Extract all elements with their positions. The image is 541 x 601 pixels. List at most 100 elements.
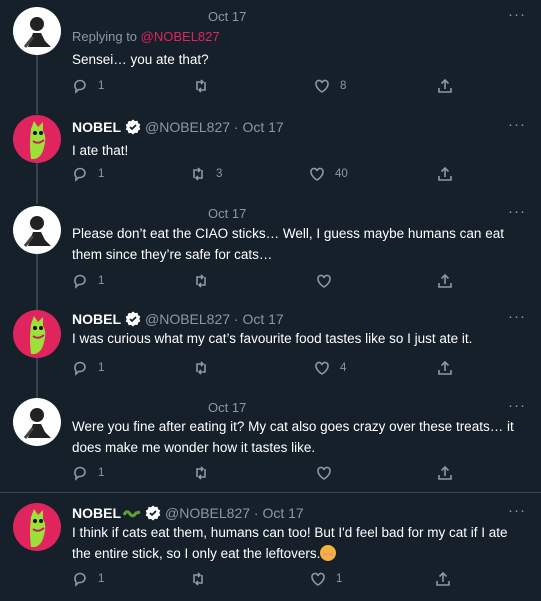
reply-icon <box>74 167 86 182</box>
tweet-text: Were you fine after eating it? My cat al… <box>72 419 514 455</box>
like-button[interactable]: 4 <box>314 359 346 377</box>
retweet-icon <box>196 274 206 288</box>
share-icon <box>438 166 452 181</box>
mention-link[interactable]: @NOBEL827 <box>141 29 220 44</box>
like-count: 8 <box>340 80 347 92</box>
handle-date: @NOBEL827 · Oct 17 <box>165 505 304 521</box>
reply-button[interactable]: 1 <box>72 359 104 377</box>
like-button[interactable] <box>316 272 332 290</box>
like-icon <box>317 274 331 288</box>
avatar[interactable] <box>13 115 61 163</box>
retweet-button[interactable]: 3 <box>190 165 222 183</box>
retweet-button[interactable] <box>190 570 206 588</box>
reply-count: 1 <box>98 168 105 180</box>
share-button[interactable] <box>437 77 453 95</box>
reply-count: 1 <box>98 362 105 374</box>
like-button[interactable]: 1 <box>310 570 342 588</box>
retweet-button[interactable] <box>193 359 209 377</box>
reply-button[interactable]: 1 <box>72 464 104 482</box>
share-icon <box>438 273 452 288</box>
reply-icon <box>74 79 86 94</box>
more-icon[interactable]: ··· <box>508 7 528 23</box>
tweet-text: I ate that! <box>72 143 129 158</box>
tweet-actions: 1 3 40 <box>72 165 472 183</box>
tweet[interactable]: NOBEL @NOBEL827 · Oct 17 ··· I think if c… <box>0 493 541 601</box>
handle-date: @NOBEL827 · Oct 17 <box>145 311 284 327</box>
retweet-icon <box>193 167 203 181</box>
share-icon <box>438 465 452 480</box>
display-name[interactable]: NOBEL <box>72 311 121 327</box>
avatar[interactable] <box>13 310 61 358</box>
tweet-text: I think if cats eat them, humans can too… <box>72 522 527 564</box>
tweet[interactable]: NOBEL @NOBEL827 · Oct 17 ··· I ate that! … <box>0 110 541 204</box>
more-icon[interactable]: ··· <box>508 204 528 220</box>
tweet[interactable]: Oct 17 ··· Were you fine after eating it… <box>0 396 541 492</box>
share-button[interactable] <box>437 165 453 183</box>
tweet-text-content: I think if cats eat them, humans can too… <box>72 525 508 561</box>
tweet[interactable]: Oct 17 ··· Replying to @NOBEL827 Sensei…… <box>0 0 541 110</box>
reply-icon <box>74 274 86 289</box>
reply-button[interactable]: 1 <box>72 272 104 290</box>
tweet-actions: 1 1 <box>72 570 472 588</box>
like-icon <box>317 466 331 480</box>
like-button[interactable]: 8 <box>314 77 346 95</box>
tweet-actions: 1 <box>72 272 472 290</box>
like-icon <box>315 361 329 375</box>
share-button[interactable] <box>435 570 451 588</box>
reply-count: 1 <box>98 573 105 585</box>
avatar[interactable] <box>13 398 61 446</box>
reply-button[interactable]: 1 <box>72 77 104 95</box>
replying-prefix: Replying to <box>72 29 141 44</box>
avatar[interactable] <box>13 206 61 254</box>
like-icon <box>310 167 324 181</box>
more-icon[interactable]: ··· <box>508 398 528 414</box>
like-button[interactable]: 40 <box>309 165 348 183</box>
tweet-text: Please don’t eat the CIAO sticks… Well, … <box>72 226 504 262</box>
retweet-icon <box>193 572 203 586</box>
like-icon <box>311 572 325 586</box>
share-icon <box>438 78 452 93</box>
retweet-button[interactable] <box>193 77 219 95</box>
snake-emoji-icon <box>122 510 141 518</box>
more-icon[interactable]: ··· <box>508 503 528 519</box>
handle-date: @NOBEL827 · Oct 17 <box>145 119 284 135</box>
share-icon <box>436 571 450 586</box>
avatar[interactable] <box>13 503 61 551</box>
tweet-header: NOBEL @NOBEL827 · Oct 17 <box>72 311 284 327</box>
avatar[interactable] <box>13 7 61 55</box>
verified-badge-icon <box>125 311 141 327</box>
more-icon[interactable]: ··· <box>508 309 528 325</box>
like-count: 4 <box>340 362 347 374</box>
retweet-count: 3 <box>216 168 223 180</box>
tweet-header: NOBEL @NOBEL827 · Oct 17 <box>72 505 304 521</box>
tweet-actions: 1 4 <box>72 359 472 377</box>
share-button[interactable] <box>437 359 453 377</box>
display-name[interactable]: NOBEL <box>72 505 121 521</box>
reply-icon <box>74 466 86 481</box>
share-button[interactable] <box>437 272 453 290</box>
tweet-date: Oct 17 <box>208 9 247 24</box>
verified-badge-icon <box>125 119 141 135</box>
display-name[interactable]: NOBEL <box>72 119 121 135</box>
share-icon <box>438 360 452 375</box>
tweet-header: NOBEL @NOBEL827 · Oct 17 <box>72 119 284 135</box>
tweet-actions: 1 8 <box>72 77 472 95</box>
tweet-text: I was curious what my cat’s favourite fo… <box>72 331 473 346</box>
reply-icon <box>74 361 86 376</box>
reply-count: 1 <box>98 275 105 287</box>
tweet-text: Sensei… you ate that? <box>72 52 209 67</box>
tweet-actions: 1 <box>72 464 472 482</box>
share-button[interactable] <box>437 464 453 482</box>
retweet-button[interactable] <box>193 464 209 482</box>
tweet[interactable]: Oct 17 ··· Please don’t eat the CIAO sti… <box>0 204 541 300</box>
reply-button[interactable]: 1 <box>72 570 104 588</box>
retweet-icon <box>196 466 206 480</box>
like-button[interactable] <box>316 464 332 482</box>
retweet-button[interactable] <box>193 272 209 290</box>
more-icon[interactable]: ··· <box>508 117 528 133</box>
retweet-icon <box>196 361 206 375</box>
tweet-date: Oct 17 <box>208 400 247 415</box>
like-count: 40 <box>335 168 348 180</box>
tweet[interactable]: NOBEL @NOBEL827 · Oct 17 ··· I was curiou… <box>0 300 541 396</box>
reply-button[interactable]: 1 <box>72 165 104 183</box>
